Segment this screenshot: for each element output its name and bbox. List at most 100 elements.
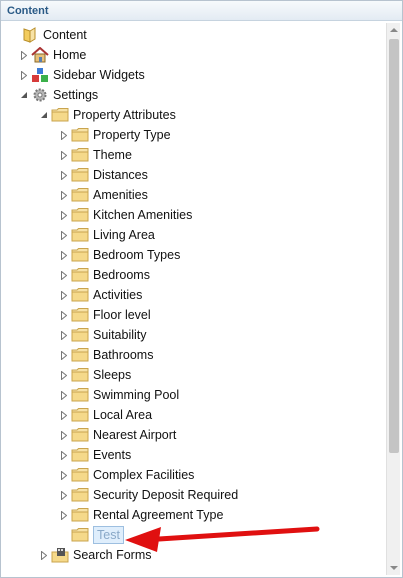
chevron-right-icon[interactable] <box>59 445 69 465</box>
tree-node-label[interactable]: Local Area <box>93 408 152 422</box>
chevron-right-icon[interactable] <box>19 45 29 65</box>
tree-node-label[interactable]: Settings <box>53 88 98 102</box>
gear-icon <box>31 87 49 103</box>
chevron-right-icon[interactable] <box>59 405 69 425</box>
folder-icon <box>71 207 89 223</box>
folder-icon <box>71 147 89 163</box>
tree-node-label[interactable]: Property Attributes <box>73 108 176 122</box>
chevron-right-icon[interactable] <box>59 285 69 305</box>
chevron-right-icon[interactable] <box>59 165 69 185</box>
chevron-right-icon[interactable] <box>39 545 49 565</box>
chevron-right-icon[interactable] <box>59 485 69 505</box>
red-arrow-annotation <box>125 526 320 552</box>
tree-node-property-type[interactable]: Property Type <box>59 125 171 145</box>
folder-icon <box>71 227 89 243</box>
chevron-right-icon[interactable] <box>59 225 69 245</box>
chevron-right-icon[interactable] <box>19 65 29 85</box>
tree-node-label[interactable]: Nearest Airport <box>93 428 176 442</box>
tree-node-label[interactable]: Home <box>53 48 86 62</box>
tree-node-settings[interactable]: Settings <box>19 85 98 105</box>
chevron-right-icon[interactable] <box>59 425 69 445</box>
folder-icon <box>71 447 89 463</box>
panel-header: Content <box>1 1 402 21</box>
tree-node-test[interactable]: Test <box>59 525 124 545</box>
tree-node-local-area[interactable]: Local Area <box>59 405 152 425</box>
chevron-right-icon[interactable] <box>59 325 69 345</box>
tree-node-label[interactable]: Content <box>43 28 87 42</box>
folder-icon <box>71 367 89 383</box>
tree-node-label[interactable]: Theme <box>93 148 132 162</box>
tree-node-bedroom-types[interactable]: Bedroom Types <box>59 245 180 265</box>
chevron-right-icon[interactable] <box>59 125 69 145</box>
tree-node-nearest-airport[interactable]: Nearest Airport <box>59 425 176 445</box>
folder-icon <box>71 167 89 183</box>
scroll-up-icon[interactable] <box>387 23 401 37</box>
folder-icon <box>71 347 89 363</box>
folder-icon <box>71 507 89 523</box>
tree-node-content[interactable]: Content <box>9 25 87 45</box>
folder-icon <box>71 427 89 443</box>
chevron-right-icon[interactable] <box>59 265 69 285</box>
tree-node-kitchen-amenities[interactable]: Kitchen Amenities <box>59 205 192 225</box>
tree-node-label[interactable]: Amenities <box>93 188 148 202</box>
tree-node-events[interactable]: Events <box>59 445 131 465</box>
form-folder-icon <box>51 547 69 563</box>
tree-node-bedrooms[interactable]: Bedrooms <box>59 265 150 285</box>
tree-node-label[interactable]: Security Deposit Required <box>93 488 238 502</box>
tree-node-label[interactable]: Living Area <box>93 228 155 242</box>
folder-icon <box>71 267 89 283</box>
tree-node-label[interactable]: Suitability <box>93 328 147 342</box>
chevron-right-icon[interactable] <box>59 385 69 405</box>
tree-node-theme[interactable]: Theme <box>59 145 132 165</box>
tree-node-label[interactable]: Swimming Pool <box>93 388 179 402</box>
tree-node-home[interactable]: Home <box>19 45 86 65</box>
vertical-scrollbar[interactable] <box>386 23 400 575</box>
tree-node-living-area[interactable]: Living Area <box>59 225 155 245</box>
tree-node-suitability[interactable]: Suitability <box>59 325 147 345</box>
tree-node-label[interactable]: Bedroom Types <box>93 248 180 262</box>
tree-node-sidebar-widgets[interactable]: Sidebar Widgets <box>19 65 145 85</box>
tree-node-distances[interactable]: Distances <box>59 165 148 185</box>
tree-node-activities[interactable]: Activities <box>59 285 142 305</box>
chevron-right-icon[interactable] <box>59 465 69 485</box>
chevron-expanded-icon[interactable] <box>39 105 49 125</box>
scroll-down-icon[interactable] <box>387 561 401 575</box>
chevron-right-icon[interactable] <box>59 305 69 325</box>
chevron-right-icon[interactable] <box>59 245 69 265</box>
tree-node-label[interactable]: Activities <box>93 288 142 302</box>
tree-node-label[interactable]: Events <box>93 448 131 462</box>
tree-node-security-deposit-required[interactable]: Security Deposit Required <box>59 485 238 505</box>
tree-node-label[interactable]: Complex Facilities <box>93 468 194 482</box>
folder-icon <box>71 287 89 303</box>
folder-icon <box>71 187 89 203</box>
tree-node-amenities[interactable]: Amenities <box>59 185 148 205</box>
tree-node-label[interactable]: Property Type <box>93 128 171 142</box>
chevron-right-icon[interactable] <box>59 145 69 165</box>
tree-node-label[interactable]: Bathrooms <box>93 348 153 362</box>
tree-node-bathrooms[interactable]: Bathrooms <box>59 345 153 365</box>
tree-node-label[interactable]: Bedrooms <box>93 268 150 282</box>
chevron-expanded-icon[interactable] <box>19 85 29 105</box>
tree-node-complex-facilities[interactable]: Complex Facilities <box>59 465 194 485</box>
tree-node-label[interactable]: Distances <box>93 168 148 182</box>
tree-node-sleeps[interactable]: Sleeps <box>59 365 131 385</box>
tree-node-label[interactable]: Sidebar Widgets <box>53 68 145 82</box>
tree-node-label[interactable]: Kitchen Amenities <box>93 208 192 222</box>
chevron-right-icon[interactable] <box>59 185 69 205</box>
tree-node-label[interactable]: Sleeps <box>93 368 131 382</box>
tree-node-swimming-pool[interactable]: Swimming Pool <box>59 385 179 405</box>
tree-node-property-attributes[interactable]: Property Attributes <box>39 105 176 125</box>
twisty-none <box>9 25 19 45</box>
folder-icon <box>71 127 89 143</box>
folder-icon <box>71 527 89 543</box>
chevron-right-icon[interactable] <box>59 505 69 525</box>
folder-icon <box>71 387 89 403</box>
chevron-right-icon[interactable] <box>59 345 69 365</box>
folder-icon <box>71 307 89 323</box>
scrollbar-thumb[interactable] <box>389 39 399 453</box>
chevron-right-icon[interactable] <box>59 365 69 385</box>
tree-node-label[interactable]: Floor level <box>93 308 151 322</box>
chevron-right-icon[interactable] <box>59 205 69 225</box>
folder-icon <box>71 487 89 503</box>
tree-node-floor-level[interactable]: Floor level <box>59 305 151 325</box>
